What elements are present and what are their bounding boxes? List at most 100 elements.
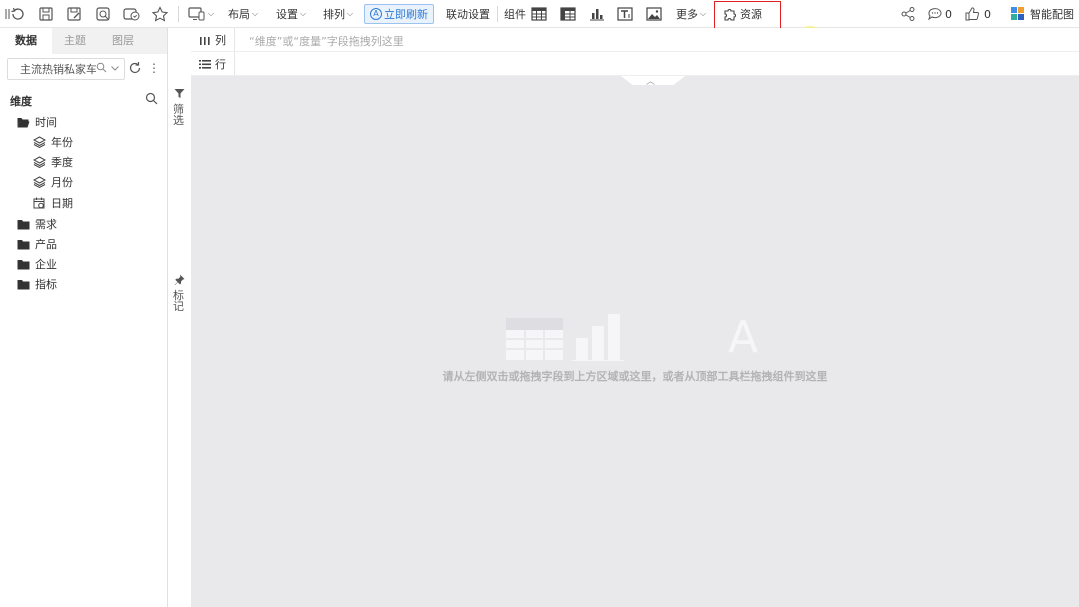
layers-icon <box>33 156 46 168</box>
save-as-icon[interactable] <box>66 4 82 24</box>
tree-field-month[interactable]: 月份 <box>33 173 73 191</box>
refresh-now-button[interactable]: A 立即刷新 <box>364 4 434 24</box>
columns-shelf[interactable]: 列 “维度”或“度量”字段拖拽列这里 <box>191 28 1079 52</box>
rows-shelf[interactable]: 行 <box>191 52 1079 76</box>
linkage-settings-button[interactable]: 联动设置 <box>446 4 490 24</box>
cross-table-component-icon[interactable] <box>560 4 576 24</box>
layout-label: 布局 <box>228 8 250 21</box>
folder-icon <box>17 238 30 250</box>
refresh-now-label: 立即刷新 <box>384 8 428 21</box>
chart-component-icon[interactable] <box>589 4 605 24</box>
tree-folder-time[interactable]: 时间 <box>17 113 57 131</box>
calendar-icon <box>33 197 46 209</box>
tree-folder-product[interactable]: 产品 <box>17 235 57 253</box>
like-button[interactable]: 0 <box>964 4 991 24</box>
tree-field-year[interactable]: 年份 <box>33 133 73 151</box>
chevron-down-icon <box>110 62 120 73</box>
layout-menu[interactable]: 布局 ⌵ <box>228 4 258 24</box>
tree-label: 产品 <box>35 238 57 251</box>
favorite-star-icon[interactable] <box>151 4 169 24</box>
tree-label: 年份 <box>51 136 73 149</box>
filter-icon[interactable] <box>174 88 185 102</box>
placeholder-illustration: A <box>506 314 758 362</box>
tree-label: 月份 <box>51 176 73 189</box>
linkage-label: 联动设置 <box>446 8 490 21</box>
tree-folder-indicator[interactable]: 指标 <box>17 275 57 293</box>
chevron-up-icon[interactable]: ︿ <box>646 74 655 87</box>
arrange-label: 排列 <box>323 8 345 21</box>
components-label: 组件 <box>504 8 526 21</box>
data-panel: 数据 主题 图层 主流热销私家车 ⋮ 维度 时间 年份 季度 月份 日期 需求 … <box>0 28 168 607</box>
tree-folder-enterprise[interactable]: 企业 <box>17 255 57 273</box>
undo-icon[interactable] <box>4 4 24 24</box>
settings-menu[interactable]: 设置 ⌵ <box>276 4 306 24</box>
placeholder-table-icon <box>506 318 563 360</box>
auto-refresh-icon: A <box>370 8 382 20</box>
tree-field-date[interactable]: 日期 <box>33 194 73 212</box>
chevron-down-icon: ⌵ <box>700 9 707 18</box>
placeholder-text-icon: A <box>728 314 758 362</box>
rows-icon <box>199 59 211 69</box>
dimension-section-title: 维度 <box>10 95 32 108</box>
device-switch-button[interactable]: ⌵ <box>188 4 214 24</box>
refresh-datasource-icon[interactable] <box>128 61 142 78</box>
datasource-value: 主流热销私家车 <box>20 63 97 76</box>
panel-tabs: 数据 主题 图层 <box>0 28 167 54</box>
folder-open-icon <box>17 116 30 128</box>
pin-icon[interactable] <box>174 274 185 288</box>
image-component-icon[interactable] <box>646 4 662 24</box>
smart-color-label: 智能配图 <box>1030 8 1074 21</box>
comment-icon <box>928 8 942 21</box>
chevron-down-icon: ⌵ <box>300 9 307 18</box>
search-icon[interactable] <box>145 92 158 108</box>
publish-icon[interactable] <box>123 4 141 24</box>
preview-icon[interactable] <box>95 4 111 24</box>
share-icon[interactable] <box>900 4 916 24</box>
canvas-placeholder-text: 请从左侧双击或拖拽字段到上方区域或这里，或者从顶部工具栏拖拽组件到这里 <box>442 370 828 383</box>
more-components-menu[interactable]: 更多 ⌵ <box>676 4 706 24</box>
tree-label: 季度 <box>51 156 73 169</box>
chevron-down-icon: ⌵ <box>252 9 259 18</box>
rows-label: 行 <box>215 57 226 71</box>
like-count: 0 <box>984 7 991 21</box>
columns-label: 列 <box>215 33 226 47</box>
tab-theme[interactable]: 主题 <box>49 28 101 54</box>
tab-layers[interactable]: 图层 <box>97 28 149 54</box>
save-icon[interactable] <box>38 4 54 24</box>
folder-icon <box>17 258 30 270</box>
columns-shelf-label: 列 <box>191 28 235 51</box>
tree-label: 日期 <box>51 197 73 210</box>
resources-highlight-box <box>714 1 781 31</box>
tree-folder-demand[interactable]: 需求 <box>17 215 57 233</box>
tree-label: 需求 <box>35 218 57 231</box>
table-component-icon[interactable] <box>531 4 547 24</box>
tree-label: 企业 <box>35 258 57 271</box>
columns-icon <box>200 36 210 45</box>
search-icon <box>96 62 107 73</box>
thumbs-up-icon <box>965 7 980 21</box>
tree-label: 指标 <box>35 278 57 291</box>
datasource-select[interactable]: 主流热销私家车 <box>7 58 125 80</box>
layers-icon <box>33 176 46 188</box>
chart-canvas[interactable]: ︿ A 请从左侧双击或拖拽字段到上方区域或这里，或者从顶部工具栏拖拽组件到这里 <box>191 76 1079 607</box>
top-toolbar: ⌵ 布局 ⌵ 设置 ⌵ 排列 ⌵ A 立即刷新 联动设置 组件 更多 ⌵ 资源 <box>0 0 1079 28</box>
comment-button[interactable]: 0 <box>927 4 952 24</box>
tree-label: 时间 <box>35 116 57 129</box>
chevron-down-icon: ⌵ <box>347 9 354 18</box>
chevron-down-icon: ⌵ <box>208 9 215 18</box>
settings-label: 设置 <box>276 8 298 21</box>
arrange-menu[interactable]: 排列 ⌵ <box>323 4 353 24</box>
filter-label: 筛选 <box>173 103 184 127</box>
tab-data[interactable]: 数据 <box>0 28 52 54</box>
folder-icon <box>17 278 30 290</box>
text-component-icon[interactable] <box>617 4 633 24</box>
comment-count: 0 <box>945 7 952 21</box>
more-label: 更多 <box>676 8 698 21</box>
tree-field-quarter[interactable]: 季度 <box>33 153 73 171</box>
rows-shelf-label: 行 <box>191 52 235 75</box>
smart-color-button[interactable]: 智能配图 <box>1011 4 1074 24</box>
mark-label: 标记 <box>173 289 184 313</box>
filter-strip: 筛选 标记 <box>168 28 191 607</box>
more-options-icon[interactable]: ⋮ <box>148 61 160 75</box>
device-icon <box>188 7 205 21</box>
